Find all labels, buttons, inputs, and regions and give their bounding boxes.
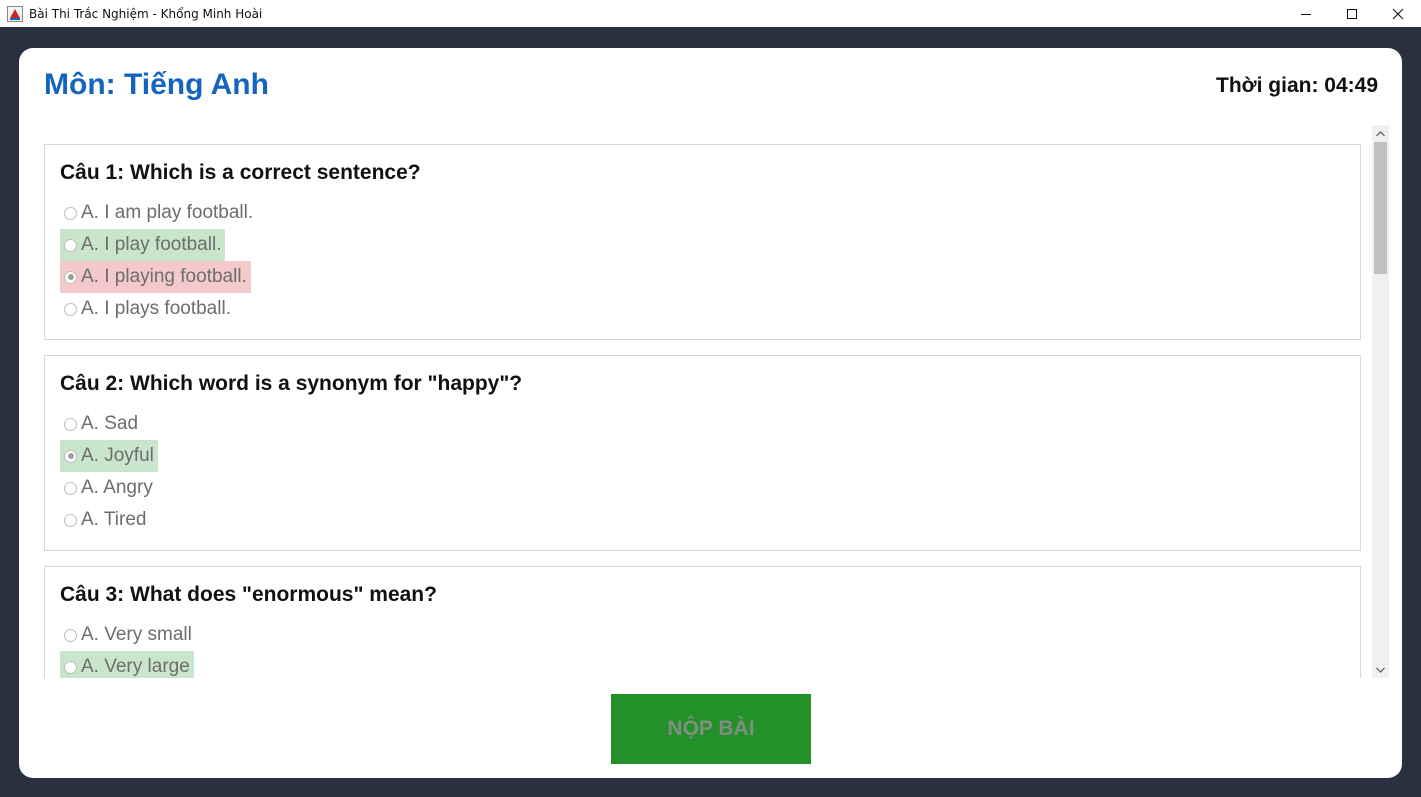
answer-option[interactable]: A. I am play football. xyxy=(60,197,257,229)
radio-button[interactable] xyxy=(64,302,77,316)
window-controls xyxy=(1283,0,1421,27)
answer-options: A. I am play football. A. I play footbal… xyxy=(60,197,257,325)
answer-label: A. Angry xyxy=(81,477,153,498)
answer-option[interactable]: A. Angry xyxy=(60,472,158,504)
answer-label: A. Joyful xyxy=(81,445,154,466)
scrollbar-thumb[interactable] xyxy=(1374,142,1387,274)
question-title: Câu 3: What does "enormous" mean? xyxy=(60,583,437,606)
answer-label: A. I am play football. xyxy=(81,202,254,223)
radio-button[interactable] xyxy=(64,238,77,252)
java-app-icon xyxy=(7,5,23,22)
close-button[interactable] xyxy=(1375,0,1421,27)
answer-option-correct[interactable]: A. I play football. xyxy=(60,229,257,261)
answer-label: A. Very large xyxy=(81,656,190,677)
answer-label: A. Tired xyxy=(81,509,147,530)
answer-option-correct[interactable]: A. Joyful xyxy=(60,440,158,472)
radio-button-selected[interactable] xyxy=(64,270,77,284)
answer-option[interactable]: A. Very small xyxy=(60,619,196,651)
subject-title: Môn: Tiếng Anh xyxy=(44,68,269,101)
questions-scroll-area[interactable]: Câu 1: Which is a correct sentence? A. I… xyxy=(44,125,1389,678)
minimize-icon xyxy=(1301,13,1311,15)
vertical-scrollbar[interactable] xyxy=(1372,125,1389,678)
submit-button[interactable]: NỘP BÀI xyxy=(611,694,811,764)
answer-option[interactable]: A. Tired xyxy=(60,504,158,536)
question-card: Câu 2: Which word is a synonym for "happ… xyxy=(44,355,1361,551)
exam-panel: Môn: Tiếng Anh Thời gian: 04:49 Câu 1: W… xyxy=(19,48,1402,778)
answer-label: A. Sad xyxy=(81,413,139,434)
radio-button[interactable] xyxy=(64,660,77,674)
maximize-icon xyxy=(1347,8,1357,19)
questions-list: Câu 1: Which is a correct sentence? A. I… xyxy=(44,144,1361,678)
answer-option[interactable]: A. I plays football. xyxy=(60,293,257,325)
timer-label: Thời gian: 04:49 xyxy=(1216,74,1378,97)
radio-button[interactable] xyxy=(64,417,77,431)
answer-option-correct[interactable]: A. Very large xyxy=(60,651,196,678)
question-title: Câu 2: Which word is a synonym for "happ… xyxy=(60,372,523,395)
maximize-button[interactable] xyxy=(1329,0,1375,27)
radio-button[interactable] xyxy=(64,206,77,220)
answer-label: A. I playing football. xyxy=(81,266,247,287)
radio-button-selected[interactable] xyxy=(64,449,77,463)
question-title: Câu 1: Which is a correct sentence? xyxy=(60,161,421,184)
minimize-button[interactable] xyxy=(1283,0,1329,27)
question-card: Câu 3: What does "enormous" mean? A. Ver… xyxy=(44,566,1361,678)
radio-button[interactable] xyxy=(64,481,77,495)
answer-options: A. Very small A. Very large xyxy=(60,619,196,678)
close-icon xyxy=(1392,8,1404,19)
answer-option-wrong[interactable]: A. I playing football. xyxy=(60,261,257,293)
answer-label: A. I play football. xyxy=(81,234,222,255)
question-card: Câu 1: Which is a correct sentence? A. I… xyxy=(44,144,1361,340)
radio-button[interactable] xyxy=(64,513,77,527)
answer-option[interactable]: A. Sad xyxy=(60,408,158,440)
window-titlebar: Bài Thi Trắc Nghiệm - Khổng Minh Hoài xyxy=(0,0,1421,27)
radio-button[interactable] xyxy=(64,628,77,642)
window-title: Bài Thi Trắc Nghiệm - Khổng Minh Hoài xyxy=(29,6,263,21)
answer-label: A. I plays football. xyxy=(81,298,231,319)
scroll-up-arrow-icon[interactable] xyxy=(1372,125,1389,142)
scroll-down-arrow-icon[interactable] xyxy=(1372,661,1389,678)
answer-options: A. Sad A. Joyful A. Angry A. Tired xyxy=(60,408,158,536)
answer-label: A. Very small xyxy=(81,624,192,645)
